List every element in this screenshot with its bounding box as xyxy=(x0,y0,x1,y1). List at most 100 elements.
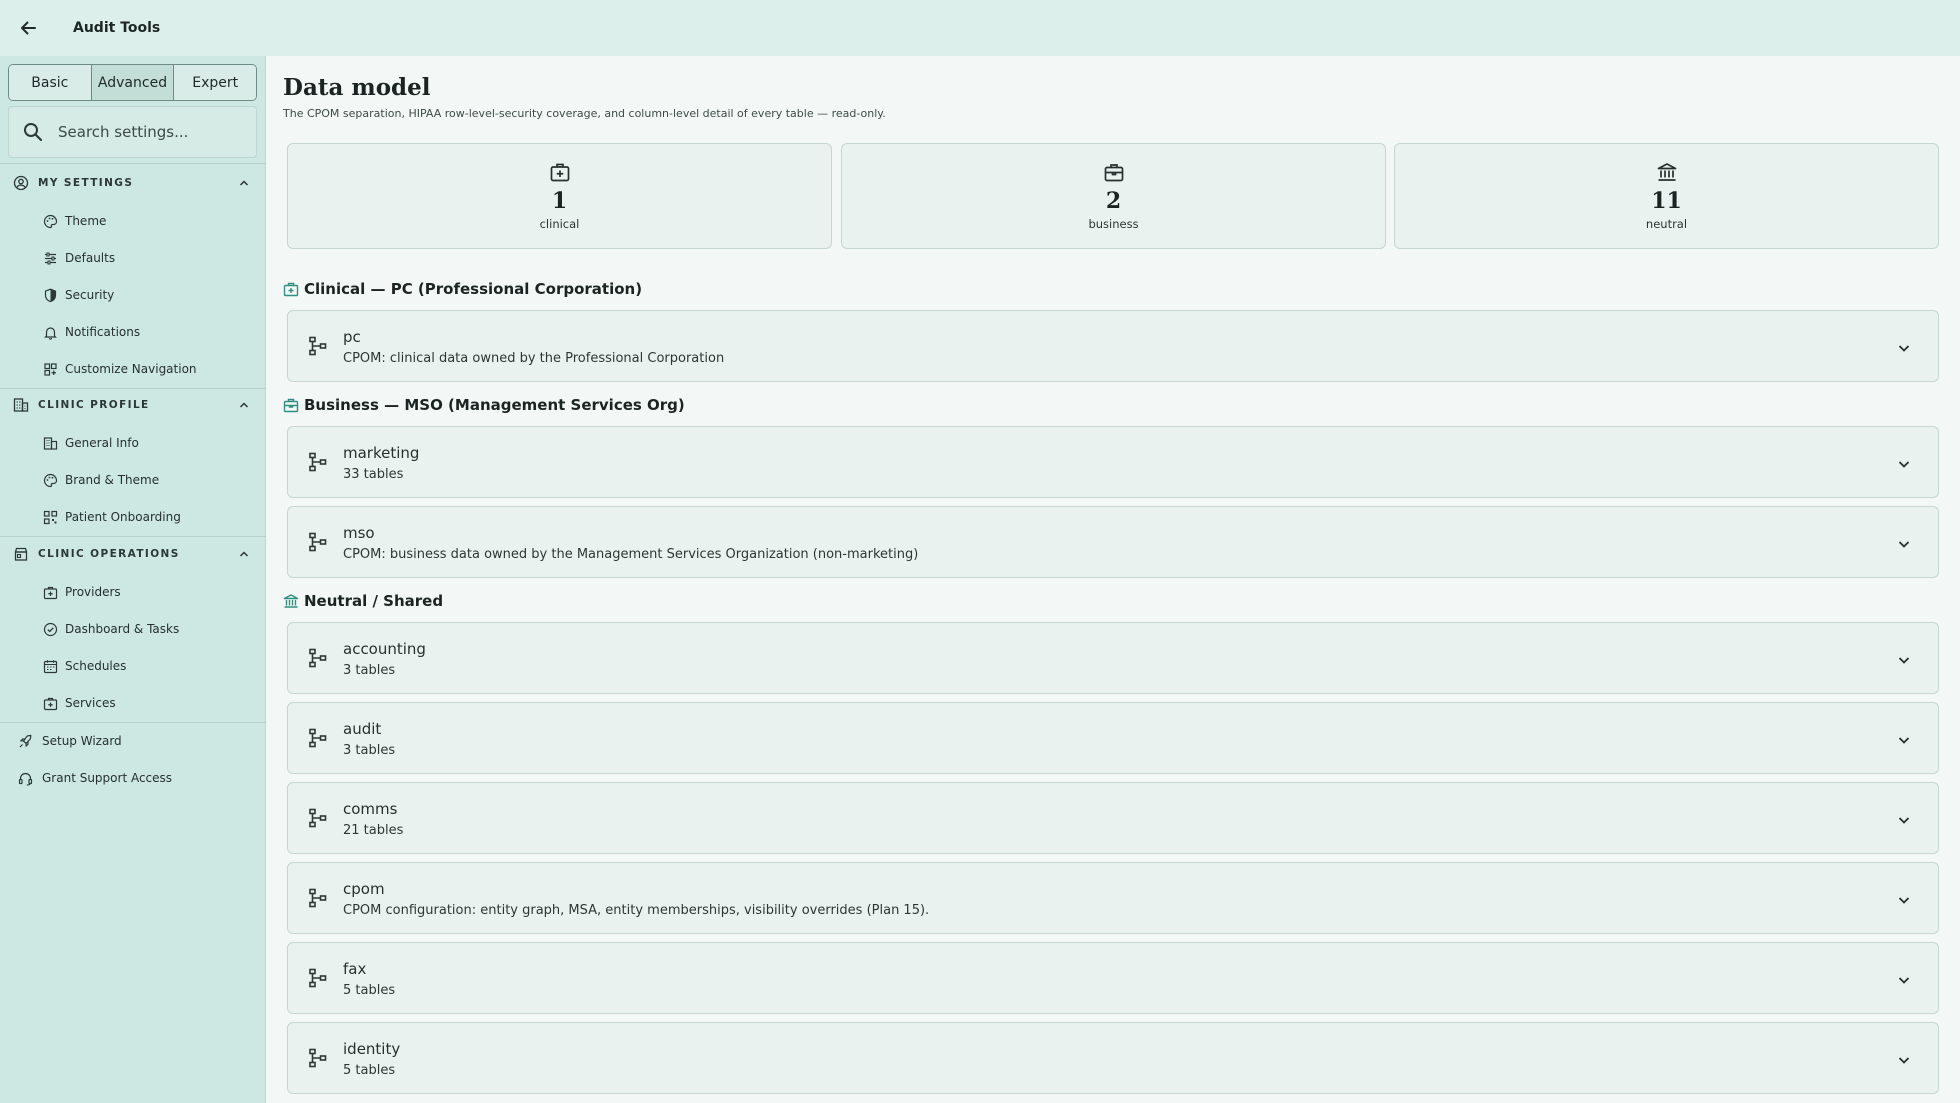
schema-tree-icon xyxy=(309,728,327,748)
bell-icon xyxy=(44,326,57,340)
mode-expert-button[interactable]: Expert xyxy=(174,65,256,100)
sidebar-divider xyxy=(0,163,266,164)
page-subtitle: The CPOM separation, HIPAA row-level-sec… xyxy=(283,107,886,120)
sidebar-item-services[interactable]: Services xyxy=(0,688,266,718)
schema-tree-icon xyxy=(309,1048,327,1068)
bank-icon xyxy=(1657,163,1676,181)
section-clinic-profile[interactable]: CLINIC PROFILE xyxy=(0,391,266,419)
schema-name: cpom xyxy=(343,880,385,898)
sidebar-item-dashboard-tasks[interactable]: Dashboard & Tasks xyxy=(0,614,266,644)
sidebar-item-label: Services xyxy=(65,696,116,710)
stat-card-neutral: 11 neutral xyxy=(1394,143,1939,249)
schema-row-marketing[interactable]: marketing 33 tables xyxy=(287,426,1939,498)
sidebar-divider xyxy=(0,536,266,537)
sidebar-item-label: Dashboard & Tasks xyxy=(65,622,180,636)
schema-tree-icon xyxy=(309,808,327,828)
group-heading-label: Clinical — PC (Professional Corporation) xyxy=(304,280,643,298)
headset-icon xyxy=(18,772,33,786)
chevron-up-icon xyxy=(239,180,249,186)
section-label: CLINIC OPERATIONS xyxy=(38,548,180,560)
page-title: Data model xyxy=(283,74,431,101)
shield-icon xyxy=(44,288,57,302)
schema-row-cpom[interactable]: cpom CPOM configuration: entity graph, M… xyxy=(287,862,1939,934)
main-content: Data model The CPOM separation, HIPAA ro… xyxy=(266,56,1960,1103)
schema-row-pc[interactable]: pc CPOM: clinical data owned by the Prof… xyxy=(287,310,1939,382)
sidebar-item-customize-navigation[interactable]: Customize Navigation xyxy=(0,354,266,384)
stat-label: neutral xyxy=(1645,217,1688,231)
chevron-down-icon xyxy=(1898,461,1910,468)
schema-description: CPOM: clinical data owned by the Profess… xyxy=(343,351,725,366)
building-icon xyxy=(43,436,58,450)
grid-icon xyxy=(44,362,57,376)
sidebar-item-patient-onboarding[interactable]: Patient Onboarding xyxy=(0,502,266,532)
schema-row-comms[interactable]: comms 21 tables xyxy=(287,782,1939,854)
sidebar-item-security[interactable]: Security xyxy=(0,280,266,310)
group-heading-clinical: Clinical — PC (Professional Corporation) xyxy=(283,280,642,298)
schema-name: marketing xyxy=(343,444,420,462)
schema-row-audit[interactable]: audit 3 tables xyxy=(287,702,1939,774)
schema-tree-icon xyxy=(309,888,327,908)
briefcase-icon xyxy=(1104,164,1123,182)
rocket-icon xyxy=(19,734,32,747)
sidebar-item-label: Security xyxy=(65,288,115,302)
mode-basic-button[interactable]: Basic xyxy=(9,65,92,100)
chevron-down-icon xyxy=(1898,541,1910,548)
sidebar-item-label: Notifications xyxy=(65,325,141,339)
schema-row-fax[interactable]: fax 5 tables xyxy=(287,942,1939,1014)
section-label: MY SETTINGS xyxy=(38,177,134,189)
qr-icon xyxy=(43,510,58,524)
palette-icon xyxy=(43,214,58,228)
section-clinic-operations[interactable]: CLINIC OPERATIONS xyxy=(0,540,266,568)
schema-name: audit xyxy=(343,720,382,738)
section-my-settings[interactable]: MY SETTINGS xyxy=(0,169,266,197)
schema-row-accounting[interactable]: accounting 3 tables xyxy=(287,622,1939,694)
stat-value: 11 xyxy=(1651,188,1682,214)
schema-tree-icon xyxy=(309,336,327,356)
group-heading-business: Business — MSO (Management Services Org) xyxy=(283,396,685,414)
sidebar-item-providers[interactable]: Providers xyxy=(0,577,266,607)
chevron-up-icon xyxy=(239,551,249,557)
schema-description: 33 tables xyxy=(343,467,404,482)
schema-name: pc xyxy=(343,328,361,346)
group-heading-neutral: Neutral / Shared xyxy=(283,592,443,610)
chevron-down-icon xyxy=(1898,737,1910,744)
stat-label: clinical xyxy=(539,217,580,231)
sidebar-item-label: Theme xyxy=(65,214,107,228)
sidebar-item-grant-support-access[interactable]: Grant Support Access xyxy=(0,763,266,793)
schema-description: 5 tables xyxy=(343,1063,396,1078)
section-label: CLINIC PROFILE xyxy=(38,399,150,411)
schema-description: 5 tables xyxy=(343,983,396,998)
search-box xyxy=(8,106,257,158)
chevron-down-icon xyxy=(1898,1057,1910,1064)
chevron-up-icon xyxy=(239,402,249,408)
sidebar-item-brand-theme[interactable]: Brand & Theme xyxy=(0,465,266,495)
schema-name: comms xyxy=(343,800,398,818)
schema-row-identity[interactable]: identity 5 tables xyxy=(287,1022,1939,1094)
sidebar-item-notifications[interactable]: Notifications xyxy=(0,317,266,347)
app-title: Audit Tools xyxy=(73,20,161,36)
sidebar-item-general-info[interactable]: General Info xyxy=(0,428,266,458)
sidebar-item-schedules[interactable]: Schedules xyxy=(0,651,266,681)
schema-description: 3 tables xyxy=(343,743,396,758)
sidebar-item-setup-wizard[interactable]: Setup Wizard xyxy=(0,726,266,756)
sidebar-item-theme[interactable]: Theme xyxy=(0,206,266,236)
sidebar-item-label: Grant Support Access xyxy=(42,771,173,785)
medical-bag-icon xyxy=(283,282,299,297)
bank-icon xyxy=(283,594,299,608)
medical-bag-icon xyxy=(550,163,569,182)
schema-description: 21 tables xyxy=(343,823,404,838)
stat-value: 1 xyxy=(551,188,568,214)
palette-icon xyxy=(43,473,58,487)
sidebar-item-defaults[interactable]: Defaults xyxy=(0,243,266,273)
schema-description: 3 tables xyxy=(343,663,396,678)
mode-advanced-button[interactable]: Advanced xyxy=(91,65,175,100)
search-input[interactable] xyxy=(58,123,248,141)
check-circle-icon xyxy=(43,622,58,636)
back-button[interactable] xyxy=(0,0,56,56)
schema-description: CPOM configuration: entity graph, MSA, e… xyxy=(343,903,930,918)
schema-row-mso[interactable]: mso CPOM: business data owned by the Man… xyxy=(287,506,1939,578)
sidebar-divider xyxy=(0,722,266,723)
sidebar-item-label: Providers xyxy=(65,585,121,599)
sidebar-item-label: Schedules xyxy=(65,659,127,673)
schema-name: fax xyxy=(343,960,367,978)
